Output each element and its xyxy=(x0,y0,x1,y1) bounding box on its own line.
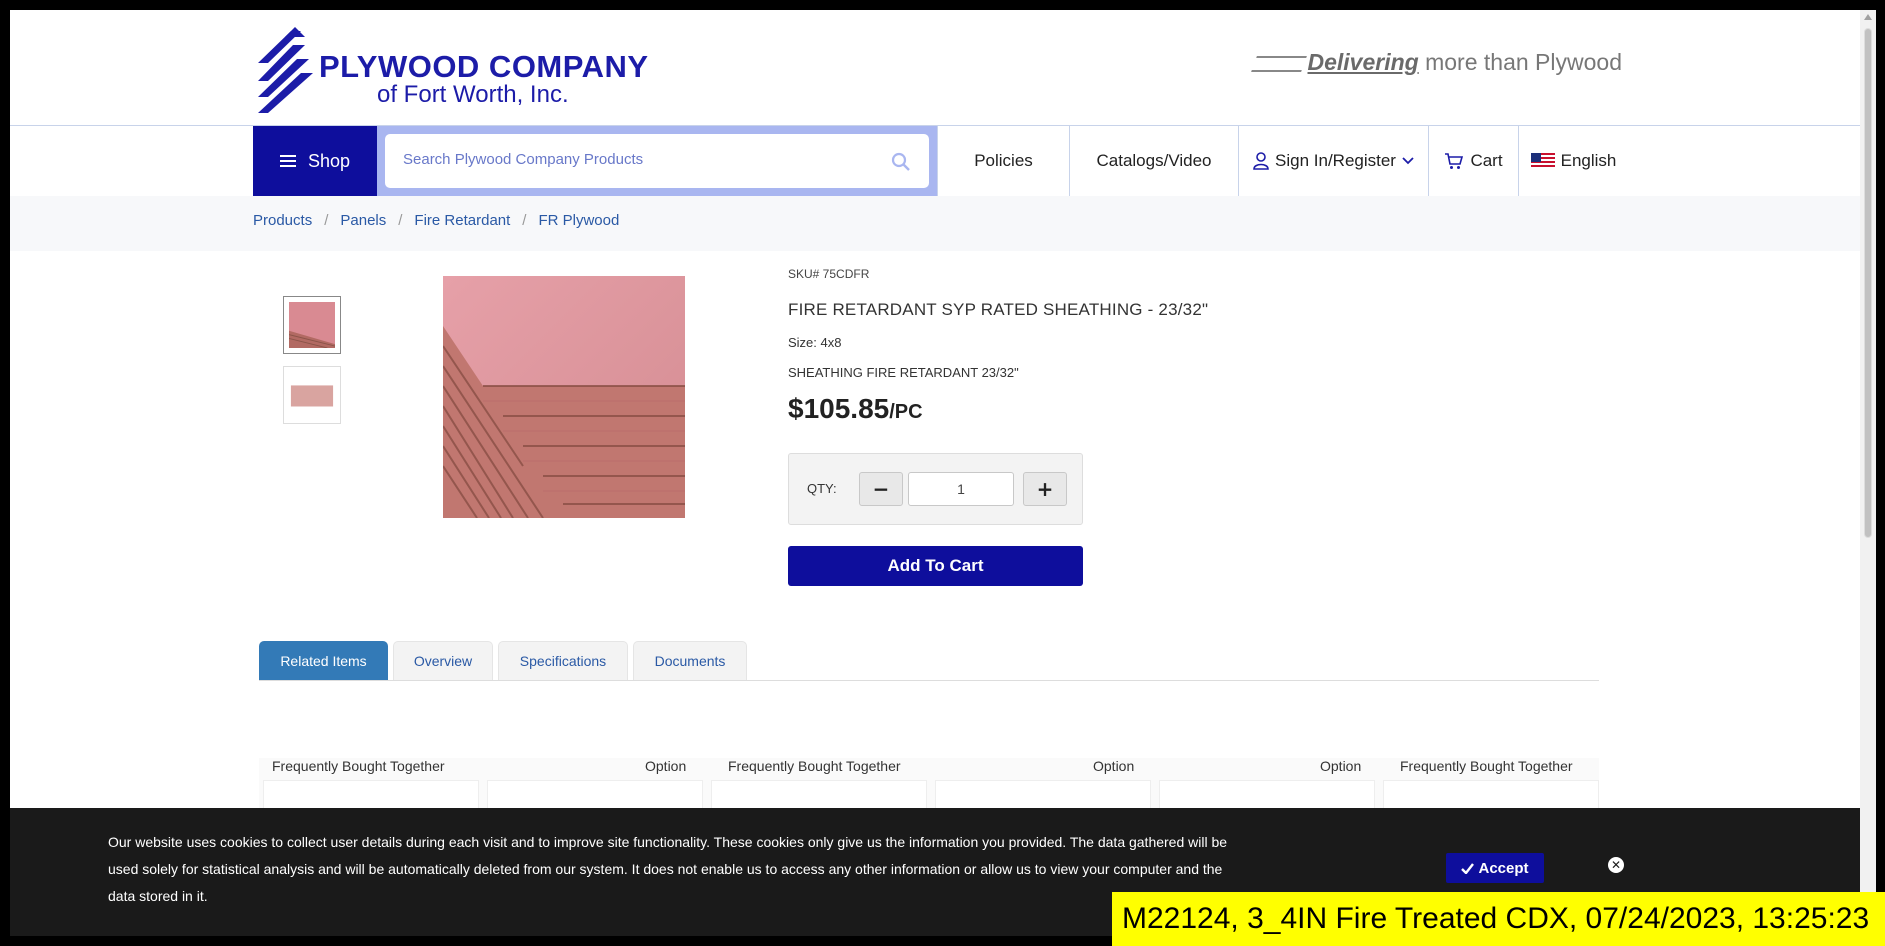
chevron-down-icon xyxy=(1402,157,1414,165)
cookie-close-icon[interactable]: ✕ xyxy=(1608,857,1624,873)
qty-input[interactable] xyxy=(908,472,1014,506)
product-thumbnail-1[interactable] xyxy=(283,296,341,354)
product-sku: SKU# 75CDFR xyxy=(788,267,870,281)
related-item-card[interactable] xyxy=(935,780,1151,811)
tab-documents[interactable]: Documents xyxy=(633,641,747,680)
company-logo[interactable]: PLYWOOD COMPANY of Fort Worth, Inc. xyxy=(253,23,673,123)
tab-overview[interactable]: Overview xyxy=(393,641,493,680)
related-item-card[interactable] xyxy=(487,780,703,811)
related-item-card[interactable] xyxy=(711,780,927,811)
qty-increase-button[interactable]: + xyxy=(1023,472,1067,506)
nav-signin-label: Sign In/Register xyxy=(1275,151,1396,170)
hamburger-icon xyxy=(279,155,296,167)
quantity-box: QTY: − + xyxy=(788,453,1083,525)
nav-language[interactable]: English xyxy=(1518,126,1628,196)
related-header-6: Frequently Bought Together xyxy=(1400,758,1573,774)
breadcrumb-separator: / xyxy=(522,212,527,229)
cookie-accept-button[interactable]: Accept xyxy=(1446,853,1544,883)
price-amount: $105.85 xyxy=(788,393,890,424)
shop-menu-button[interactable]: Shop xyxy=(253,126,377,196)
plywood-stack-image xyxy=(443,276,685,518)
check-icon xyxy=(1461,862,1475,874)
breadcrumb-products[interactable]: Products xyxy=(253,212,312,229)
logo-text-line2: of Fort Worth, Inc. xyxy=(377,81,569,108)
related-item-card[interactable] xyxy=(263,780,479,811)
plywood-stack-thumbnail xyxy=(289,302,335,348)
scrollbar-thumb[interactable] xyxy=(1864,28,1872,538)
nav-catalogs-label: Catalogs/Video xyxy=(1096,151,1212,170)
search-input[interactable] xyxy=(401,150,875,169)
breadcrumb-bar: Products / Panels / Fire Retardant / FR Plywoo… xyxy=(10,196,1860,251)
nav-policies[interactable]: Policies xyxy=(937,126,1069,196)
logo-text-line1: PLYWOOD COMPANY xyxy=(319,49,649,84)
nav-language-label: English xyxy=(1560,151,1617,170)
search-icon[interactable] xyxy=(891,152,911,172)
search-box xyxy=(385,134,929,188)
plywood-sheet-thumbnail xyxy=(289,372,335,418)
product-thumbnail-2[interactable] xyxy=(283,366,341,424)
breadcrumb-fire-retardant[interactable]: Fire Retardant xyxy=(414,212,510,229)
related-item-card[interactable] xyxy=(1159,780,1375,811)
tab-specifications[interactable]: Specifications xyxy=(498,641,628,680)
nav-policies-label: Policies xyxy=(974,151,1033,170)
nav-cart-label: Cart xyxy=(1470,151,1503,170)
search-container xyxy=(377,126,937,196)
shop-label: Shop xyxy=(307,150,351,171)
scroll-up-arrow-icon[interactable] xyxy=(1864,14,1872,20)
related-header-4: Option xyxy=(1093,758,1135,774)
tagline-lines-icon xyxy=(1250,55,1307,72)
main-navbar: Shop Policies Catalogs/Video Sign In/Reg… xyxy=(10,125,1860,197)
cart-icon xyxy=(1445,153,1464,169)
browser-viewport: PLYWOOD COMPANY of Fort Worth, Inc. Deli… xyxy=(10,10,1860,936)
tagline: Delivering more than Plywood xyxy=(1250,49,1622,76)
tagline-emphasis: Delivering xyxy=(1307,49,1419,75)
nav-catalogs[interactable]: Catalogs/Video xyxy=(1069,126,1238,196)
product-price: $105.85/PC xyxy=(788,393,923,425)
cookie-accept-label: Accept xyxy=(1478,859,1529,877)
price-unit: /PC xyxy=(889,401,923,423)
breadcrumb-panels[interactable]: Panels xyxy=(340,212,386,229)
breadcrumb-separator: / xyxy=(398,212,403,229)
related-header-1: Frequently Bought Together xyxy=(272,758,445,774)
us-flag-icon xyxy=(1530,153,1555,169)
logo-chevrons-icon xyxy=(258,27,313,113)
nav-signin[interactable]: Sign In/Register xyxy=(1238,126,1428,196)
breadcrumb-fr-plywood[interactable]: FR Plywood xyxy=(538,212,619,229)
tab-related-items[interactable]: Related Items xyxy=(259,641,388,680)
user-icon xyxy=(1253,152,1269,170)
qty-label: QTY: xyxy=(807,481,837,496)
related-item-card[interactable] xyxy=(1383,780,1599,811)
product-title: FIRE RETARDANT SYP RATED SHEATHING - 23/… xyxy=(788,300,1209,319)
related-header-2: Option xyxy=(645,758,687,774)
breadcrumb-separator: / xyxy=(324,212,329,229)
breadcrumb: Products / Panels / Fire Retardant / FR Plywoo… xyxy=(253,212,619,229)
related-header-5: Option xyxy=(1320,758,1362,774)
tagline-rest: more than Plywood xyxy=(1418,49,1622,75)
product-main-image[interactable] xyxy=(443,276,685,518)
add-to-cart-button[interactable]: Add To Cart xyxy=(788,546,1083,586)
qty-decrease-button[interactable]: − xyxy=(859,472,903,506)
cookie-text: Our website uses cookies to collect user… xyxy=(108,834,1228,904)
vertical-scrollbar[interactable] xyxy=(1860,10,1876,936)
product-description: SHEATHING FIRE RETARDANT 23/32" xyxy=(788,365,1019,380)
tab-divider xyxy=(259,680,1599,681)
related-header-3: Frequently Bought Together xyxy=(728,758,901,774)
caption-overlay: M22124, 3_4IN Fire Treated CDX, 07/24/20… xyxy=(1112,892,1885,946)
nav-cart[interactable]: Cart xyxy=(1428,126,1518,196)
product-size: Size: 4x8 xyxy=(788,335,842,350)
